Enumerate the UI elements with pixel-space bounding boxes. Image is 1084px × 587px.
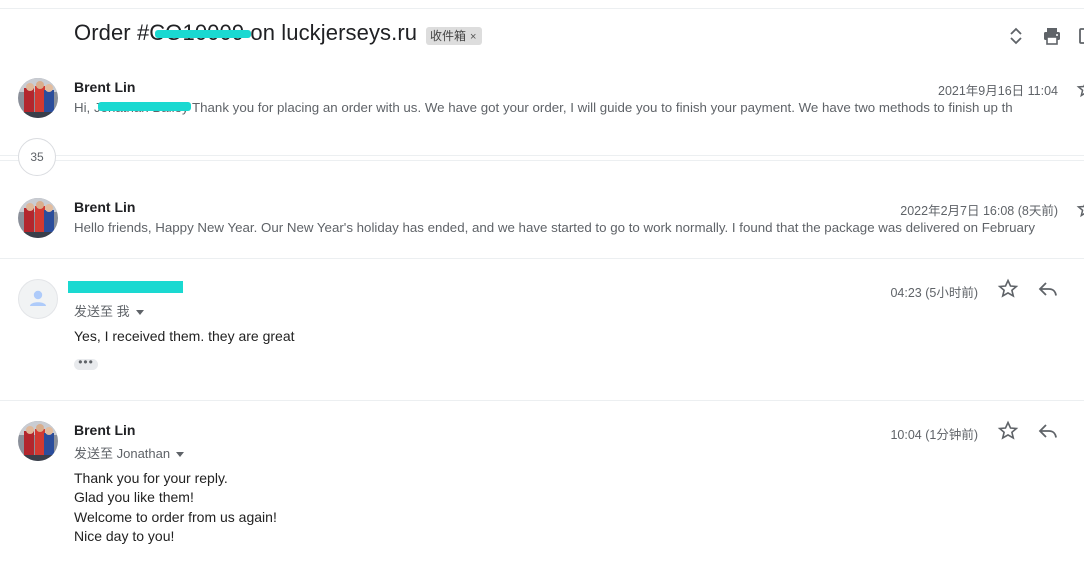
message-body-line: Thank you for your reply. xyxy=(74,470,228,486)
message-date: 2021年9月16日 11:04 xyxy=(938,84,1058,98)
sender-name: Brent Lin xyxy=(74,79,136,95)
default-avatar[interactable] xyxy=(18,279,58,319)
message-snippet[interactable]: Hi, Jonathan Bailey Thank you for placin… xyxy=(74,100,1026,115)
message-body-line: Yes, I received them. they are great xyxy=(74,328,295,344)
message-divider xyxy=(0,258,1084,259)
chevron-down-icon xyxy=(135,310,144,316)
avatar[interactable] xyxy=(18,198,58,238)
show-trimmed-content-button[interactable]: ••• xyxy=(74,356,98,370)
collapsed-count-button[interactable]: 35 xyxy=(18,138,56,176)
message-date: 04:23 (5小时前) xyxy=(890,286,978,300)
sender-redaction xyxy=(68,281,183,293)
message-date: 2022年2月7日 16:08 (8天前) xyxy=(900,204,1058,218)
recipients-text: 发送至 Jonathan xyxy=(74,446,171,461)
remove-label-button[interactable]: × xyxy=(470,31,476,43)
new-window-icon[interactable] xyxy=(1078,27,1084,45)
recipients-text: 发送至 我 xyxy=(74,304,130,319)
sender-name: Brent Lin xyxy=(74,199,136,215)
unfold-icon[interactable] xyxy=(1007,27,1025,45)
sender-name: Brent Lin xyxy=(74,422,136,438)
snippet-redaction xyxy=(98,102,191,111)
message-snippet[interactable]: Hello friends, Happy New Year. Our New Y… xyxy=(74,220,1049,235)
avatar[interactable] xyxy=(18,421,58,461)
star-icon[interactable] xyxy=(997,420,1019,442)
message-date: 10:04 (1分钟前) xyxy=(890,428,978,442)
recipients-dropdown[interactable]: 发送至 Jonathan xyxy=(74,443,185,462)
subject-redaction xyxy=(155,30,251,38)
message-body-line: Nice day to you! xyxy=(74,528,175,544)
print-icon[interactable] xyxy=(1042,26,1062,46)
star-icon[interactable] xyxy=(1076,79,1084,99)
star-icon[interactable] xyxy=(1076,199,1084,219)
recipients-dropdown[interactable]: 发送至 我 xyxy=(74,301,144,320)
label-text: 收件箱 xyxy=(430,29,467,43)
star-icon[interactable] xyxy=(997,278,1019,300)
chevron-down-icon xyxy=(176,452,185,458)
message-divider xyxy=(0,400,1084,401)
reply-icon[interactable] xyxy=(1037,420,1059,442)
reply-icon[interactable] xyxy=(1037,278,1059,300)
message-body-line: Welcome to order from us again! xyxy=(74,509,277,525)
collapsed-divider xyxy=(0,160,1084,161)
collapsed-divider xyxy=(0,155,1084,156)
top-border xyxy=(0,8,1084,9)
message-body-line: Glad you like them! xyxy=(74,489,194,505)
avatar[interactable] xyxy=(18,78,58,118)
inbox-label-chip[interactable]: 收件箱 × xyxy=(426,27,483,45)
